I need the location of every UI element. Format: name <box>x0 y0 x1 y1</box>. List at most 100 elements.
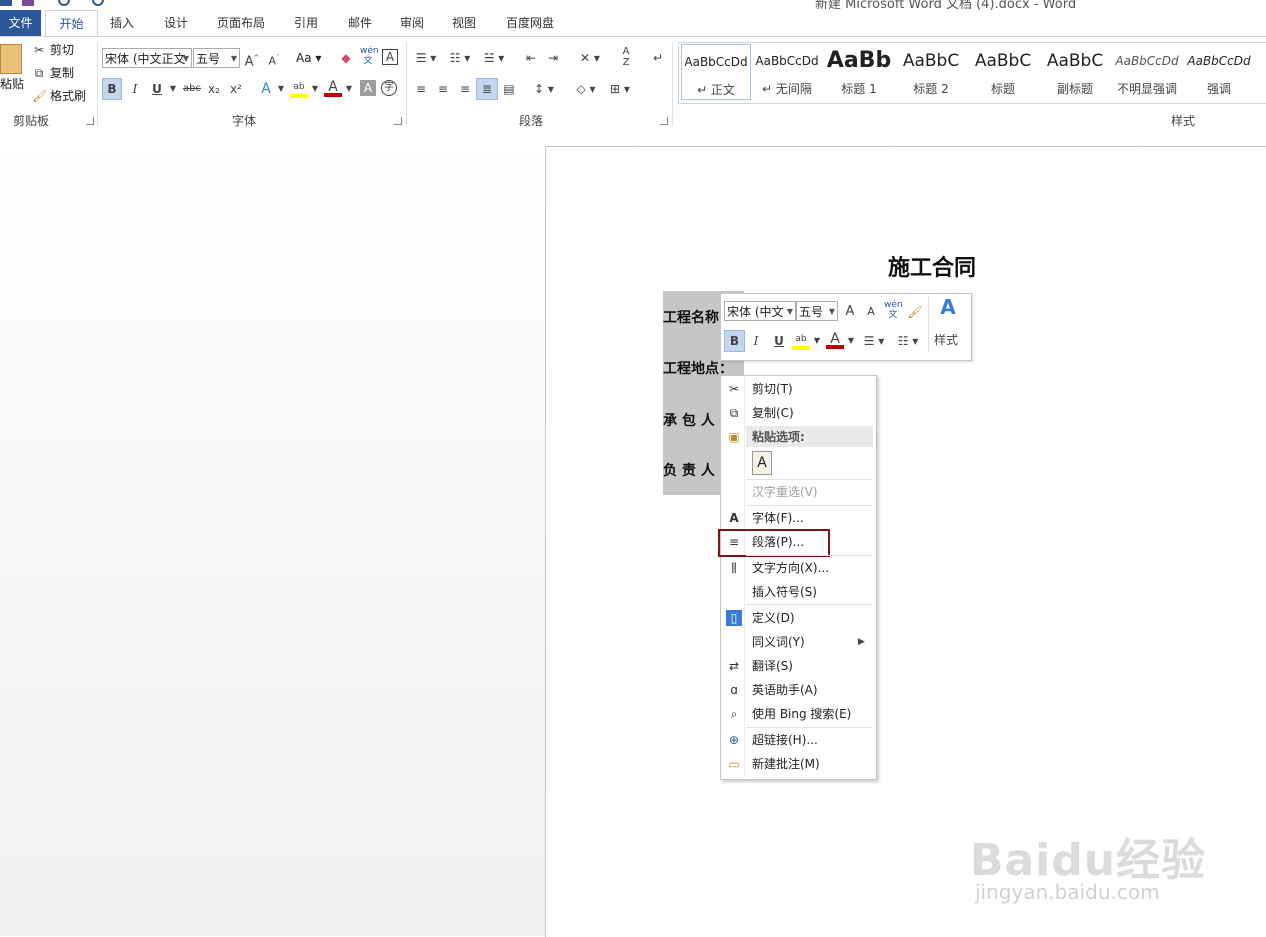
enclose-characters-icon[interactable]: 字 <box>381 80 397 96</box>
numbering-icon[interactable]: ☷ ▾ <box>446 49 474 67</box>
styles-icon[interactable]: A <box>932 297 964 317</box>
mini-bold-button[interactable]: B <box>724 330 745 352</box>
style-no-spacing[interactable]: AaBbCcDd ↵ 无间隔 <box>752 44 822 100</box>
tab-review[interactable]: 审阅 <box>392 10 432 36</box>
borders-icon[interactable]: ⊞ ▾ <box>606 80 634 98</box>
format-painter-button[interactable]: 格式刷 <box>50 87 86 105</box>
font-size-combo[interactable]: 五号 ▼ <box>193 48 240 68</box>
bullets-icon[interactable]: ☰ ▾ <box>860 332 888 350</box>
shrink-font-icon[interactable]: Aˇ <box>266 49 282 71</box>
align-right-icon[interactable]: ≡ <box>456 80 474 98</box>
undo-icon[interactable] <box>58 0 70 6</box>
style-subtitle[interactable]: AaBbC 副标题 <box>1040 44 1110 100</box>
highlight-color-icon[interactable]: ab <box>792 330 810 350</box>
menu-item-font[interactable]: 字体(F)... <box>752 510 804 526</box>
grow-font-icon[interactable]: A^ <box>244 49 260 71</box>
line-spacing-icon[interactable]: ↕ ▾ <box>530 80 558 98</box>
format-painter-icon[interactable]: 🖌 <box>906 303 924 321</box>
grow-font-icon[interactable]: A <box>842 303 858 321</box>
numbering-icon[interactable]: ☷ ▾ <box>894 332 922 350</box>
save-icon[interactable] <box>22 0 34 6</box>
font-color-icon[interactable]: A <box>324 78 342 97</box>
style-title[interactable]: AaBbC 标题 <box>968 44 1038 100</box>
menu-item-translate[interactable]: 翻译(S) <box>752 658 793 674</box>
tab-references[interactable]: 引用 <box>286 10 326 36</box>
shading-icon[interactable]: ◇ ▾ <box>572 80 600 98</box>
align-center-icon[interactable]: ≡ <box>434 80 452 98</box>
tab-file[interactable]: 文件 <box>0 10 41 36</box>
tab-page-layout[interactable]: 页面布局 <box>210 10 272 36</box>
superscript-button[interactable]: x² <box>227 80 245 98</box>
sort-icon[interactable]: AZ <box>618 46 634 68</box>
mini-font-size-combo[interactable]: 五号 ▼ <box>796 301 838 321</box>
text-effects-icon[interactable]: A <box>258 80 274 98</box>
menu-item-bing-search[interactable]: 使用 Bing 搜索(E) <box>752 706 851 722</box>
justify-icon[interactable]: ≣ <box>476 78 498 100</box>
style-emphasis[interactable]: AaBbCcDd 强调 <box>1184 44 1254 100</box>
mini-font-name-combo[interactable]: 宋体 (中文 ▼ <box>724 301 796 321</box>
show-marks-icon[interactable]: ↵ <box>650 49 666 67</box>
clipboard-launcher-icon[interactable] <box>86 117 94 125</box>
multilevel-list-icon[interactable]: ☱ ▾ <box>480 49 508 67</box>
subscript-button[interactable]: x₂ <box>205 80 223 98</box>
underline-button[interactable]: U <box>150 80 164 98</box>
bullets-icon[interactable]: ☰ ▾ <box>412 49 440 67</box>
shrink-font-icon[interactable]: A <box>863 303 879 321</box>
chinese-layout-icon[interactable]: ✕ ▾ <box>576 49 604 67</box>
style-subtle-emphasis[interactable]: AaBbCcDd 不明显强调 <box>1112 44 1182 100</box>
tab-home[interactable]: 开始 <box>45 10 98 37</box>
font-color-icon[interactable]: A <box>826 330 844 349</box>
align-left-icon[interactable]: ≡ <box>412 80 430 98</box>
chevron-down-icon[interactable]: ▼ <box>310 80 320 98</box>
menu-item-synonyms[interactable]: 同义词(Y) <box>752 634 805 650</box>
distributed-icon[interactable]: ▤ <box>500 80 518 98</box>
font-icon: A <box>729 511 739 525</box>
menu-item-new-comment[interactable]: 新建批注(M) <box>752 756 820 772</box>
style-normal[interactable]: AaBbCcDd ↵ 正文 <box>681 44 751 100</box>
chevron-down-icon[interactable]: ▼ <box>168 80 178 98</box>
phonetic-guide-icon[interactable]: wén 文 <box>884 300 903 320</box>
change-case-button[interactable]: Aa ▾ <box>296 49 321 67</box>
menu-item-define[interactable]: 定义(D) <box>752 610 795 626</box>
bold-button[interactable]: B <box>102 78 122 100</box>
mini-underline-button[interactable]: U <box>772 332 786 350</box>
tab-baidu-netdisk[interactable]: 百度网盘 <box>498 10 562 36</box>
chevron-down-icon[interactable]: ▼ <box>276 80 286 98</box>
chevron-down-icon[interactable]: ▼ <box>812 332 822 350</box>
chevron-down-icon[interactable]: ▼ <box>846 332 856 350</box>
clear-formatting-icon[interactable]: ◆ <box>338 49 354 67</box>
character-shading-icon[interactable]: A <box>360 80 376 96</box>
menu-item-cut[interactable]: 剪切(T) <box>752 381 793 397</box>
menu-item-hyperlink[interactable]: 超链接(H)... <box>752 732 818 748</box>
paste-button[interactable]: 粘贴 <box>0 75 24 93</box>
font-name-combo[interactable]: 宋体 (中文正文 ▼ <box>102 48 192 68</box>
increase-indent-icon[interactable]: ⇥ <box>544 49 562 67</box>
paste-keep-text-only-icon[interactable]: A <box>752 451 772 475</box>
decrease-indent-icon[interactable]: ⇤ <box>522 49 540 67</box>
tab-view[interactable]: 视图 <box>444 10 484 36</box>
mini-italic-button[interactable]: I <box>750 332 762 350</box>
paste-icon[interactable] <box>0 44 22 74</box>
italic-button[interactable]: I <box>128 80 142 98</box>
tab-mailings[interactable]: 邮件 <box>340 10 380 36</box>
tab-insert[interactable]: 插入 <box>102 10 142 36</box>
copy-button[interactable]: 复制 <box>50 64 74 82</box>
font-launcher-icon[interactable] <box>394 117 402 125</box>
style-heading-2[interactable]: AaBbC 标题 2 <box>896 44 966 100</box>
strikethrough-button[interactable]: abc <box>182 80 202 98</box>
mini-styles-button[interactable]: 样式 <box>934 331 958 349</box>
character-border-icon[interactable]: A <box>382 49 398 65</box>
phonetic-guide-icon[interactable]: wén 文 <box>360 46 379 66</box>
style-heading-1[interactable]: AaBb 标题 1 <box>824 44 894 100</box>
style-sample: AaBbCcDd <box>755 54 819 68</box>
highlight-color-icon[interactable]: ab <box>290 78 308 98</box>
menu-item-text-direction[interactable]: 文字方向(X)... <box>752 560 829 576</box>
tab-design[interactable]: 设计 <box>156 10 196 36</box>
menu-item-insert-symbol[interactable]: 插入符号(S) <box>752 584 817 600</box>
chevron-down-icon[interactable]: ▼ <box>344 80 354 98</box>
paragraph-launcher-icon[interactable] <box>660 117 668 125</box>
cut-button[interactable]: 剪切 <box>50 41 74 59</box>
menu-item-english-assistant[interactable]: 英语助手(A) <box>752 682 818 698</box>
menu-item-copy[interactable]: 复制(C) <box>752 405 794 421</box>
redo-icon[interactable] <box>92 0 104 6</box>
